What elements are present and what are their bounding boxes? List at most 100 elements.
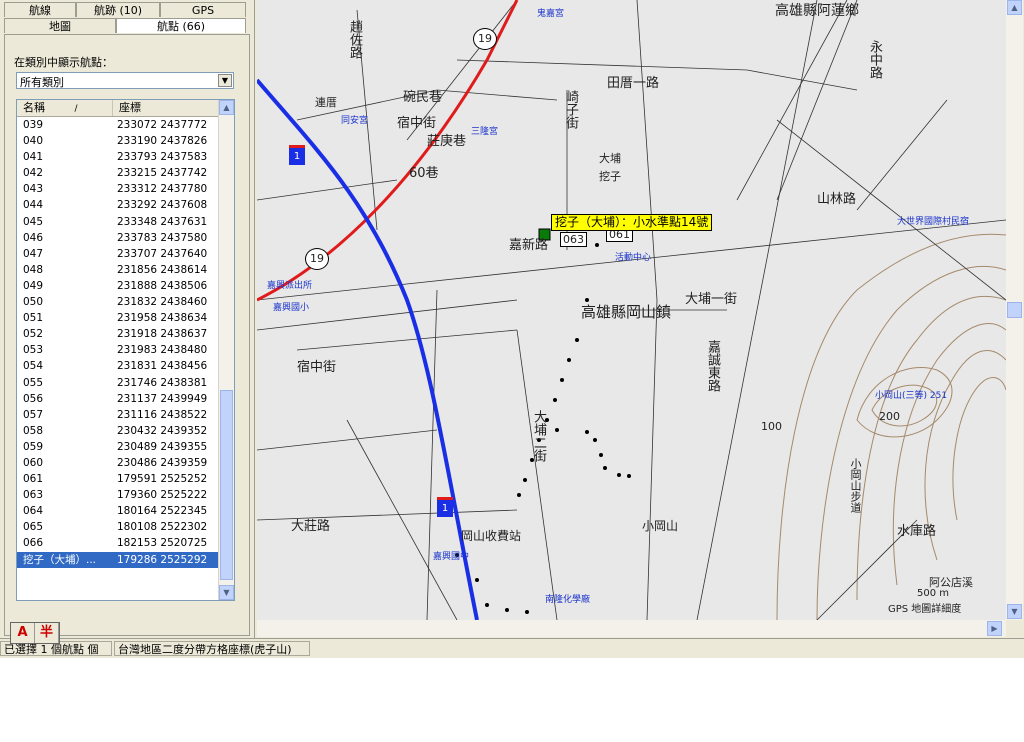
waypoint-coord: 233312 2437780 <box>117 183 208 196</box>
column-header-coord[interactable]: 座標 <box>113 100 219 116</box>
waypoint-coord: 180164 2522345 <box>117 505 208 518</box>
list-item[interactable]: 048 231856 2438614 <box>17 262 219 278</box>
ime-toolbar[interactable]: A 半 <box>10 622 60 644</box>
tab-row-top: 航線 航跡 (10) GPS <box>4 2 246 18</box>
waypoint-name: 054 <box>23 360 44 373</box>
town-label: 高雄縣岡山鎮 <box>581 303 672 321</box>
map-vertical-scrollbar[interactable]: ▲ ▼ <box>1006 0 1023 620</box>
waypoint-name: 046 <box>23 231 44 244</box>
list-item[interactable]: 044 233292 2437608 <box>17 197 219 213</box>
list-item[interactable]: 053 231983 2438480 <box>17 342 219 358</box>
list-item[interactable]: 051 231958 2438634 <box>17 310 219 326</box>
list-item[interactable]: 057 231116 2438522 <box>17 407 219 423</box>
road-19-shield-left: 19 <box>305 248 329 270</box>
tab-gps[interactable]: GPS <box>160 2 246 17</box>
waypoint-name: 039 <box>23 119 44 131</box>
status-selected-text: 已選擇 1 個航點 <box>4 643 84 656</box>
list-scrollbar[interactable]: ▲ ▼ <box>218 100 234 600</box>
list-item[interactable]: 039 233072 2437772 <box>17 117 219 133</box>
waypoint-name: 044 <box>23 199 44 212</box>
waypoint-coord: 230432 2439352 <box>117 424 208 437</box>
status-count-text: 個 <box>87 643 99 656</box>
poi-label: 三隆宮 <box>471 127 499 137</box>
scroll-up-icon[interactable]: ▲ <box>1007 0 1022 15</box>
list-item[interactable]: 040 233190 2437826 <box>17 133 219 149</box>
tab-waypoints[interactable]: 航點 (66) <box>116 18 246 33</box>
street-label: 山林路 <box>817 192 857 207</box>
waypoint-name: 052 <box>23 328 44 341</box>
tab-routes[interactable]: 航線 <box>4 2 76 17</box>
waypoint-coord: 231116 2438522 <box>117 408 208 421</box>
waypoint-coord: 231856 2438614 <box>117 263 208 276</box>
waypoint-name: 041 <box>23 151 44 164</box>
street-label: 水庫路 <box>897 524 937 539</box>
waypoint-name: 057 <box>23 408 44 421</box>
list-item[interactable]: 052 231918 2438637 <box>17 326 219 342</box>
place-label: 岡山收費站 <box>461 529 522 543</box>
tab-tracks[interactable]: 航跡 (10) <box>76 2 160 17</box>
scale-label: 500 m <box>917 588 950 599</box>
waypoint-name: 061 <box>23 473 44 486</box>
list-item[interactable]: 049 231888 2438506 <box>17 278 219 294</box>
list-item[interactable]: 064 180164 2522345 <box>17 503 219 519</box>
waypoint-name: 053 <box>23 344 44 357</box>
waypoint-coord: 231746 2438381 <box>117 376 208 389</box>
list-item[interactable]: 058 230432 2439352 <box>17 423 219 439</box>
list-item[interactable]: 063 179360 2525222 <box>17 487 219 503</box>
application-window: 航線 航跡 (10) GPS 地圖 航點 (66) 在類別中顯示航點： 所有類別… <box>0 0 1024 658</box>
waypoint-name: 051 <box>23 312 44 325</box>
list-item[interactable]: 050 231832 2438460 <box>17 294 219 310</box>
scroll-thumb[interactable] <box>220 390 233 580</box>
waypoint-coord: 180108 2522302 <box>117 521 208 534</box>
map-view[interactable]: 高雄縣阿蓮鄉 高雄縣岡山鎮 19 19 1 1 田厝一路 趙佐路 永中路 山林路… <box>257 0 1006 620</box>
list-item[interactable]: 054 231831 2438456 <box>17 358 219 374</box>
list-item[interactable]: 055 231746 2438381 <box>17 375 219 391</box>
list-item[interactable]: 065 180108 2522302 <box>17 519 219 535</box>
trail-label: 小岡山步道 <box>849 458 862 513</box>
map-horizontal-scrollbar[interactable]: ▶ <box>257 620 1006 637</box>
column-header-name[interactable]: 名稱 / <box>17 100 113 116</box>
category-label: 在類別中顯示航點： <box>14 56 113 69</box>
waypoint-name: 063 <box>23 489 44 502</box>
list-item[interactable]: 066 182153 2520725 <box>17 535 219 551</box>
waypoint-label[interactable]: 063 <box>560 232 587 247</box>
waypoint-name: 挖子（大埔）... <box>23 553 97 566</box>
category-selected-value: 所有類別 <box>20 76 64 89</box>
waypoint-coord: 230489 2439355 <box>117 440 208 453</box>
scroll-down-icon[interactable]: ▼ <box>1007 604 1022 619</box>
poi-label: 活動中心 <box>615 253 652 263</box>
scroll-down-icon[interactable]: ▼ <box>219 585 234 600</box>
waypoint-coord: 231832 2438460 <box>117 296 208 309</box>
waypoint-coord: 233793 2437583 <box>117 151 208 164</box>
list-item[interactable]: 061 179591 2525252 <box>17 471 219 487</box>
list-item[interactable]: 060 230486 2439359 <box>17 455 219 471</box>
list-item[interactable]: 043 233312 2437780 <box>17 181 219 197</box>
list-item[interactable]: 046 233783 2437580 <box>17 230 219 246</box>
list-item[interactable]: 042 233215 2437742 <box>17 165 219 181</box>
chevron-down-icon[interactable]: ▼ <box>218 74 232 87</box>
street-label: 崎子街 <box>563 90 578 129</box>
scroll-right-icon[interactable]: ▶ <box>987 621 1002 636</box>
list-item[interactable]: 047 233707 2437640 <box>17 246 219 262</box>
list-item[interactable]: 045 233348 2437631 <box>17 214 219 230</box>
waypoint-tooltip: 挖子（大埔）：小水準點14號 <box>551 214 713 231</box>
category-select[interactable]: 所有類別 ▼ <box>16 72 234 89</box>
poi-label: 大世界國際村民宿 <box>897 217 970 227</box>
ime-mode-icon[interactable]: A <box>11 623 35 643</box>
scroll-thumb[interactable] <box>1007 302 1022 318</box>
list-item[interactable]: 挖子（大埔）... 179286 2525292 <box>17 551 219 568</box>
list-item[interactable]: 056 231137 2439949 <box>17 391 219 407</box>
scroll-up-icon[interactable]: ▲ <box>219 100 234 115</box>
ime-halfwidth-icon[interactable]: 半 <box>35 623 59 643</box>
waypoint-coord: 231137 2439949 <box>117 392 208 405</box>
waypoint-name: 045 <box>23 215 44 228</box>
list-item[interactable]: 059 230489 2439355 <box>17 439 219 455</box>
waypoint-name: 048 <box>23 263 44 276</box>
street-label: 大埔二街 <box>531 410 546 462</box>
waypoint-coord: 233072 2437772 <box>117 119 208 131</box>
list-item[interactable]: 041 233793 2437583 <box>17 149 219 165</box>
column-name-label: 名稱 <box>23 101 45 114</box>
waypoint-list[interactable]: 名稱 / 座標 039 233072 2437772 040 233190 24378… <box>16 99 235 601</box>
contour-value: 200 <box>879 410 900 423</box>
tab-map[interactable]: 地圖 <box>4 18 116 33</box>
